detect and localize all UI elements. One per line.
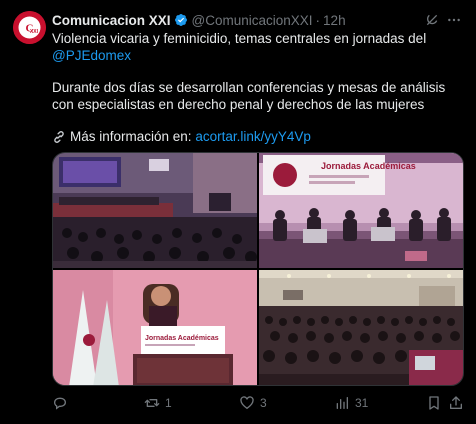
post-text-line1: Violencia vicaria y feminicidio, temas c…	[52, 31, 427, 46]
banner-title: Jornadas Académicas	[321, 161, 416, 171]
share-icon	[450, 396, 462, 409]
views-count: 31	[355, 396, 369, 410]
mention-link[interactable]: @PJEdomex	[52, 48, 462, 65]
views-icon	[336, 397, 348, 409]
post-time[interactable]: 12h	[323, 13, 346, 28]
reply-icon	[54, 397, 66, 410]
author-name[interactable]: Comunicacion XXI	[52, 13, 171, 28]
info-link[interactable]: acortar.link/yyY4Vp	[195, 129, 311, 146]
avatar-logo: C XXI	[13, 11, 46, 44]
post[interactable]: C XXI Comunicacion XXI @ComunicacionXXI …	[0, 0, 476, 424]
post-header: Comunicacion XXI @ComunicacionXXI · 12h	[52, 11, 462, 29]
bookmark-icon	[429, 396, 439, 410]
reply-button[interactable]	[52, 393, 73, 413]
media-image-3[interactable]: Jornadas Académicas	[53, 270, 257, 385]
svg-text:XXI: XXI	[30, 29, 39, 35]
more-icon[interactable]	[446, 12, 462, 28]
avatar[interactable]: C XXI	[13, 11, 46, 44]
info-label: Más información en:	[70, 129, 192, 144]
post-text: Violencia vicaria y feminicidio, temas c…	[52, 31, 462, 146]
action-bar: 1 3 31	[52, 393, 464, 413]
like-icon	[240, 396, 254, 410]
podium-title: Jornadas Académicas	[145, 335, 219, 342]
link-icon	[54, 131, 64, 144]
media-grid: Jornadas Académicas Jornadas Académicas	[52, 152, 464, 386]
verified-icon	[174, 14, 187, 26]
author-handle[interactable]: @ComunicacionXXI	[192, 13, 313, 28]
separator-dot: ·	[315, 12, 321, 28]
like-button[interactable]: 3	[239, 393, 267, 413]
media-image-1[interactable]	[53, 153, 257, 268]
repost-icon	[144, 399, 160, 407]
repost-button[interactable]: 1	[144, 393, 172, 413]
grok-icon[interactable]	[424, 12, 440, 28]
post-text-para2: Durante dos días se desarrollan conferen…	[52, 80, 446, 112]
views-button[interactable]: 31	[334, 393, 368, 413]
info-line: Más información en: acortar.link/yyY4Vp	[52, 129, 462, 146]
media-image-2[interactable]: Jornadas Académicas	[259, 153, 463, 268]
media-image-4[interactable]	[259, 270, 463, 385]
share-button[interactable]	[448, 393, 464, 413]
bookmark-button[interactable]	[426, 393, 442, 413]
like-count: 3	[260, 396, 267, 410]
repost-count: 1	[165, 396, 172, 410]
